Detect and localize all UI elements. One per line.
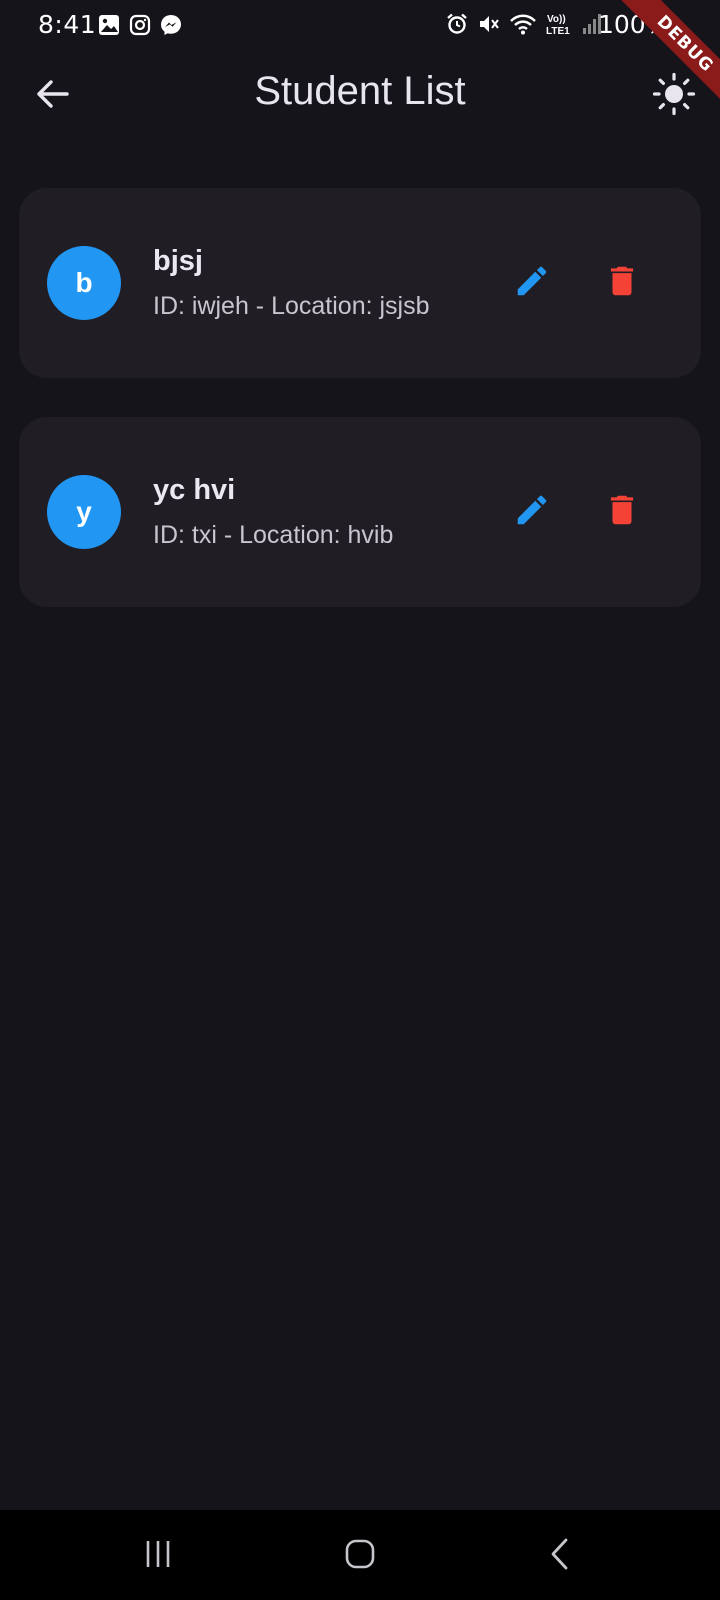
edit-button[interactable] <box>507 258 557 308</box>
system-back-button[interactable] <box>540 1536 580 1576</box>
gallery-icon <box>98 14 120 40</box>
avatar: y <box>47 475 121 549</box>
student-list: b bjsj ID: iwjeh - Location: jsjsb y yc … <box>19 188 701 646</box>
pencil-icon <box>513 491 551 533</box>
student-card[interactable]: b bjsj ID: iwjeh - Location: jsjsb <box>19 188 701 378</box>
avatar: b <box>47 246 121 320</box>
page-title: Student List <box>254 69 466 113</box>
instagram-icon <box>129 14 151 40</box>
trash-icon <box>603 491 641 533</box>
recent-apps-icon <box>142 1539 174 1573</box>
student-card[interactable]: y yc hvi ID: txi - Location: hvib <box>19 417 701 607</box>
app-bar: Student List <box>0 52 720 140</box>
home-icon <box>344 1538 376 1574</box>
student-details: ID: iwjeh - Location: jsjsb <box>153 292 430 320</box>
wifi-icon <box>509 12 537 40</box>
sun-icon <box>652 72 696 120</box>
svg-text:LTE1: LTE1 <box>546 26 570 36</box>
chevron-left-icon <box>548 1537 572 1575</box>
svg-text:Vo)): Vo)) <box>547 14 566 25</box>
delete-button[interactable] <box>597 258 647 308</box>
mute-icon <box>477 12 501 40</box>
trash-icon <box>603 262 641 304</box>
status-left-icons <box>98 14 182 40</box>
status-right-icons: Vo)) LTE1 <box>445 12 603 40</box>
status-time: 8:41 <box>38 10 97 39</box>
alarm-icon <box>445 12 469 40</box>
theme-toggle-button[interactable] <box>648 70 700 122</box>
navigation-bar <box>0 1510 720 1600</box>
volte-icon: Vo)) LTE1 <box>545 12 573 40</box>
delete-button[interactable] <box>597 487 647 537</box>
home-button[interactable] <box>338 1536 382 1576</box>
status-bar: 8:41 Vo)) LTE1 100% <box>0 0 720 52</box>
edit-button[interactable] <box>507 487 557 537</box>
student-name: yc hvi <box>153 474 236 506</box>
recent-apps-button[interactable] <box>138 1536 178 1576</box>
student-name: bjsj <box>153 245 203 277</box>
student-details: ID: txi - Location: hvib <box>153 521 394 549</box>
pencil-icon <box>513 262 551 304</box>
messenger-icon <box>160 14 182 40</box>
